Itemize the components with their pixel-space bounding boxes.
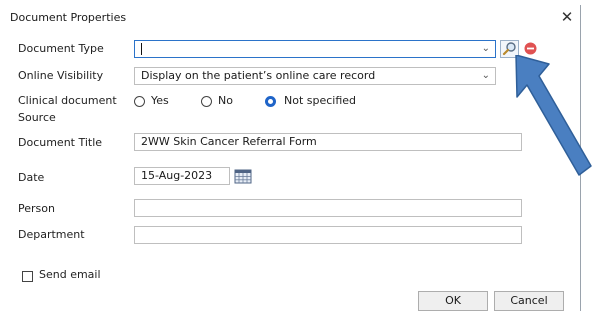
radio-not-specified-label[interactable]: Not specified [284, 94, 356, 107]
clear-document-type-button[interactable] [524, 42, 537, 55]
send-email-label[interactable]: Send email [39, 268, 101, 281]
chevron-down-icon[interactable]: ⌄ [482, 68, 490, 84]
send-email-checkbox[interactable] [22, 271, 33, 282]
remove-icon [524, 42, 537, 55]
clinical-source-label-line1: Clinical document [18, 94, 117, 107]
title-bar: Document Properties ✕ [0, 5, 580, 29]
online-visibility-select[interactable]: Display on the patient’s online care rec… [134, 67, 496, 85]
calendar-icon [234, 169, 252, 184]
close-icon[interactable]: ✕ [557, 7, 577, 27]
document-properties-dialog: Document Properties ✕ Document Type ⌄ On… [0, 5, 581, 311]
document-title-label: Document Title [18, 136, 103, 149]
online-visibility-label: Online Visibility [18, 69, 104, 82]
date-picker-button[interactable] [234, 168, 252, 184]
clinical-source-label-line2: Source [18, 111, 56, 124]
cancel-button[interactable]: Cancel [494, 291, 564, 311]
document-type-combobox[interactable]: ⌄ [134, 40, 496, 58]
person-input[interactable] [134, 199, 522, 217]
ok-button[interactable]: OK [418, 291, 488, 311]
chevron-down-icon[interactable]: ⌄ [482, 41, 490, 57]
text-cursor [141, 43, 142, 55]
radio-yes-label[interactable]: Yes [151, 94, 169, 107]
arrow-annotation [515, 55, 592, 176]
online-visibility-value: Display on the patient’s online care rec… [141, 69, 376, 82]
radio-no[interactable] [201, 96, 212, 107]
date-label: Date [18, 171, 45, 184]
department-label: Department [18, 228, 85, 241]
radio-yes[interactable] [134, 96, 145, 107]
radio-no-label[interactable]: No [218, 94, 233, 107]
date-input[interactable]: 15-Aug-2023 [134, 167, 230, 185]
document-title-input[interactable]: 2WW Skin Cancer Referral Form [134, 133, 522, 151]
document-title-value: 2WW Skin Cancer Referral Form [141, 135, 317, 148]
person-label: Person [18, 202, 55, 215]
radio-not-specified[interactable] [265, 96, 276, 107]
date-value: 15-Aug-2023 [141, 169, 213, 182]
dialog-title: Document Properties [10, 11, 127, 24]
document-type-label: Document Type [18, 42, 104, 55]
department-input[interactable] [134, 226, 522, 244]
